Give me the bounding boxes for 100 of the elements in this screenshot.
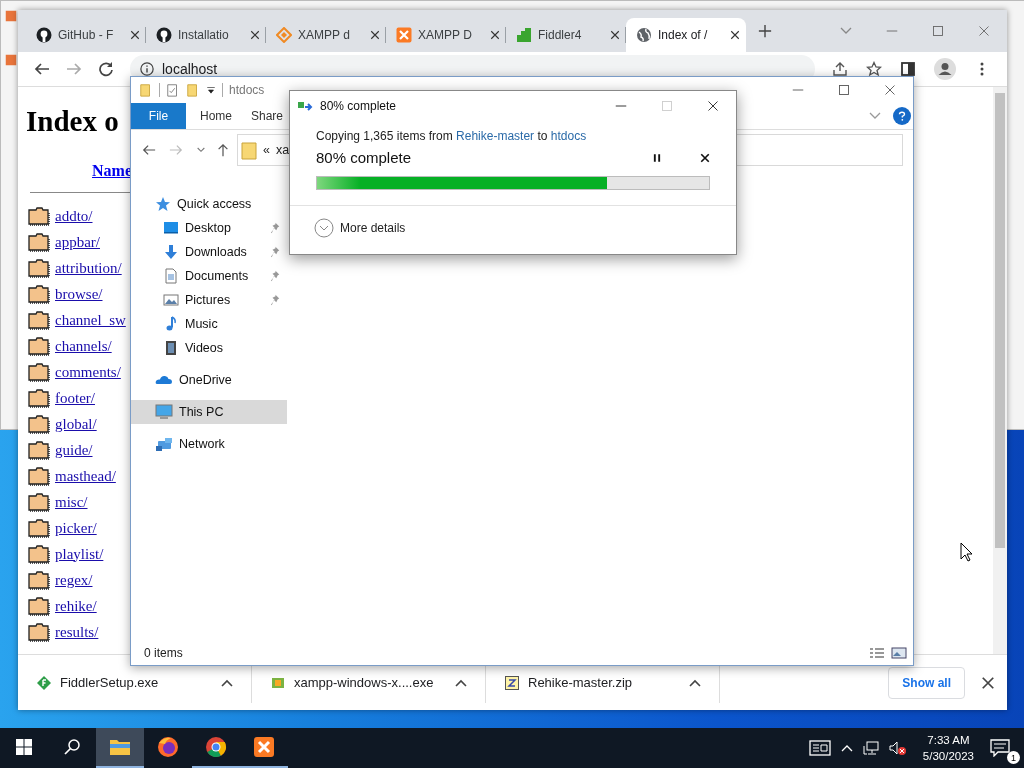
nav-item[interactable]: Downloads [131,240,287,264]
folder-icon [28,492,50,512]
folder-link[interactable]: channels/ [55,337,112,355]
folder-icon [28,206,50,226]
pause-icon [652,152,662,163]
step-logo-icon [516,27,532,43]
ribbon-tab[interactable]: File [131,103,186,129]
folder-link[interactable]: addto/ [55,207,93,225]
breadcrumb-item[interactable]: xa [275,143,290,157]
chevron-down-icon [840,27,852,35]
browser-tab[interactable]: XAMPP D [386,18,506,52]
more-details-button[interactable]: More details [290,205,736,250]
chevron-up-icon [689,678,701,687]
folder-link[interactable]: playlist/ [55,545,104,563]
show-all-button[interactable]: Show all [888,666,965,699]
chevron-up-icon [455,678,467,687]
notification-count: 1 [1007,751,1020,764]
close-icon [981,675,995,690]
folder-link[interactable]: browse/ [55,285,103,303]
share-icon [832,61,848,77]
network-icon [155,436,173,452]
help-button[interactable] [893,107,911,125]
maximize-icon [661,100,673,112]
close-icon [884,84,896,96]
folder-icon [28,362,50,382]
close-icon [730,30,740,40]
nav-item[interactable]: Network [131,432,287,456]
mouse-cursor-icon [960,542,974,562]
nav-item[interactable]: OneDrive [131,368,287,392]
nav-item[interactable]: Desktop [131,216,287,240]
close-icon [130,30,140,40]
folder-icon [28,336,50,356]
nav-item[interactable]: This PC [131,400,287,424]
expand-circle-icon [314,218,334,238]
browser-tab[interactable]: Installatio [146,18,266,52]
close-icon [250,30,260,40]
back-icon [34,61,50,77]
computer-icon [155,404,173,420]
nav-item[interactable]: Music [131,312,287,336]
new-folder-icon [186,82,200,98]
ribbon-tab[interactable]: Share [246,103,288,129]
folder-icon [28,596,50,616]
search-icon [64,739,80,755]
browser-tab[interactable]: XAMPP d [266,18,386,52]
close-icon [978,25,990,37]
browser-tab[interactable]: GitHub - F [26,18,146,52]
nav-item[interactable]: Documents [131,264,287,288]
side-panel-icon [900,61,916,77]
nav-item[interactable]: Pictures [131,288,287,312]
destination-link[interactable]: htdocs [550,129,587,143]
maximize-icon [838,84,850,96]
folder-link[interactable]: appbar/ [55,233,100,251]
folder-icon [28,440,50,460]
forward-icon [169,143,183,157]
folder-icon [28,310,50,330]
clock-date[interactable]: 5/30/2023 [922,748,974,764]
folder-link[interactable]: results/ [55,623,99,641]
folder-link[interactable]: channel_sw [55,311,126,329]
page-heading: Index o [26,105,120,138]
chevron-up-icon [840,744,853,752]
back-icon [142,143,156,157]
square-logo-icon [396,27,412,43]
wheel-logo-icon [204,735,228,759]
details-view-icon [869,647,885,659]
folder-link[interactable]: global/ [55,415,97,433]
chevron-up-icon [221,678,233,687]
folder-link[interactable]: regex/ [55,571,93,589]
nav-item[interactable]: Quick access [131,192,287,216]
ribbon-tab[interactable]: Home [186,103,246,129]
folder-link[interactable]: misc/ [55,493,88,511]
browser-tab[interactable]: Index of / [626,18,746,52]
reload-icon [98,61,114,77]
properties-icon [166,82,180,98]
folder-link[interactable]: attribution/ [55,259,122,277]
progress-heading: 80% complete [316,149,413,166]
globe-icon [636,27,652,43]
volume-muted-icon [888,740,907,756]
square-logo-icon [252,735,276,759]
folder-link[interactable]: guide/ [55,441,93,459]
folder-link[interactable]: masthead/ [55,467,116,485]
folder-link[interactable]: comments/ [55,363,121,381]
folder-link[interactable]: picker/ [55,519,97,537]
browser-tab[interactable]: Fiddler4 [506,18,626,52]
close-icon [610,30,620,40]
nav-item[interactable]: Videos [131,336,287,360]
up-icon [216,143,230,157]
folder-icon [28,388,50,408]
breadcrumb-overflow[interactable]: « [263,143,270,157]
scrollbar[interactable] [993,87,1007,654]
source-link[interactable]: Rehike-master [456,129,535,143]
circle-logo-icon [36,27,52,43]
info-icon [140,62,154,76]
column-header-link[interactable]: Name [92,162,132,180]
status-text: 0 items [144,646,183,660]
clock-time[interactable]: 7:33 AM [927,732,970,748]
folder-link[interactable]: footer/ [55,389,95,407]
folder-icon [139,82,153,98]
folder-link[interactable]: rehike/ [55,597,97,615]
window-title: htdocs [229,83,265,97]
film-icon [163,340,179,356]
